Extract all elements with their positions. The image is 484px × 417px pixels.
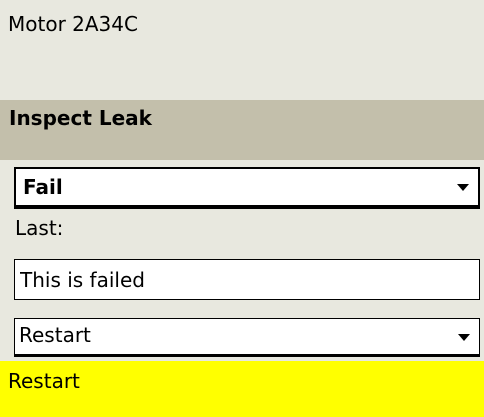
note-input[interactable]: [15, 260, 479, 299]
status-dropdown-value: Fail: [23, 175, 63, 199]
status-text: Restart: [8, 369, 80, 393]
note-field[interactable]: [14, 259, 480, 300]
page-title: Motor 2A34C: [8, 12, 138, 36]
action-dropdown[interactable]: Restart: [14, 318, 480, 355]
chevron-down-icon[interactable]: [457, 184, 469, 191]
status-bar: Restart: [0, 361, 484, 417]
action-dropdown-value: Restart: [19, 323, 91, 347]
section-title: Inspect Leak: [9, 106, 152, 130]
last-label: Last:: [15, 216, 64, 240]
status-dropdown[interactable]: Fail: [14, 167, 480, 207]
chevron-down-icon[interactable]: [458, 334, 470, 341]
